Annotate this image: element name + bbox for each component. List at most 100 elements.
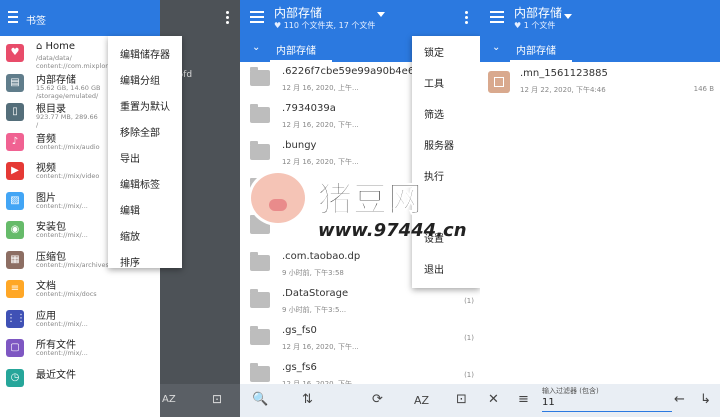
folder-icon (250, 104, 270, 123)
overflow-menu-icon[interactable] (226, 11, 230, 26)
filter-label: 输入过滤器 (包含) (542, 387, 599, 395)
menu-item[interactable]: 编辑标签 (120, 176, 160, 191)
sidebar-item-path: content://mix/... (36, 201, 88, 210)
filter-input[interactable]: 11 (542, 397, 555, 408)
chevron-down-icon[interactable] (377, 12, 385, 17)
sort-icon[interactable]: ⇅ (302, 392, 313, 407)
menu-icon[interactable] (8, 11, 18, 23)
menu-item[interactable]: 服务器 (424, 137, 454, 152)
item-count: (1) (464, 297, 474, 305)
refresh-icon[interactable]: ⟳ (372, 392, 383, 407)
sort-az-button[interactable]: AZ (414, 394, 429, 407)
menu-item[interactable]: 编辑储存器 (120, 46, 170, 61)
list-item[interactable]: .mn_1561123885 12 月 22, 2020, 下午4:46 146… (480, 62, 720, 99)
chevron-down-icon[interactable]: ⌄ (252, 42, 260, 53)
file-date: 12 月 16, 2020, 下午... (282, 158, 359, 166)
table-row[interactable]: .gs_fs0 12 月 16, 2020, 下午... (1) (240, 321, 480, 358)
folder-icon (250, 326, 270, 345)
menu-item[interactable]: 编辑 (120, 202, 140, 217)
overflow-menu: 锁定 工具 筛选 服务器 执行 设置 退出 (412, 36, 480, 288)
menu-item[interactable]: 重置为默认 (120, 98, 170, 113)
sidebar-item[interactable]: ◷ 最近文件 (0, 363, 160, 392)
item-count: (1) (464, 371, 474, 379)
sidebar-item-path: 923.77 MB, 289.66 (36, 113, 98, 121)
file-name: .com.taobao.dp (282, 251, 361, 262)
apps-grid-icon: ⋮⋮ (6, 309, 26, 328)
sidebar-item-path: content://mix/... (36, 349, 88, 357)
folder-icon (250, 141, 270, 160)
folder-summary: ♥ 1 个文件 (514, 21, 556, 30)
sidebar-item-path: content://mix/... (36, 319, 88, 328)
dimmed-bottom-bar: AZ ⊡ (160, 384, 240, 417)
sort-az-button[interactable]: AZ (162, 394, 176, 405)
document-icon: ≡ (6, 280, 24, 298)
bottom-toolbar: 🔍 ⇅ ⟳ AZ ⊡ (240, 384, 480, 417)
overflow-menu-icon[interactable] (465, 11, 469, 26)
sidebar-item-path: content://mix/... (36, 231, 88, 239)
menu-icon[interactable] (490, 11, 504, 23)
site-watermark: 猪豆网 www.97444.cn (248, 168, 478, 248)
file-date: 12 月 16, 2020, 下午... (282, 121, 359, 129)
drawer-title: 书签 (26, 16, 46, 27)
sidebar-item[interactable]: ≡ 文档 content://mix/docs (0, 274, 160, 303)
sidebar-item-path: content://mix/video (36, 172, 100, 180)
menu-item[interactable]: 导出 (120, 150, 140, 165)
file-date: 9 小时前, 下午3:5... (282, 306, 347, 314)
file-size: 146 B (693, 85, 714, 93)
play-icon: ▶ (6, 162, 24, 180)
bookmarks-panel: 966fd 书签 ♥⌂ Home/data/data/content://com… (0, 0, 240, 417)
file-name: .gs_fs6 (282, 362, 317, 373)
sd-card-icon: ▤ (6, 73, 24, 92)
menu-item[interactable]: 筛选 (424, 106, 444, 121)
filter-panel: 内部存储 ♥ 1 个文件 ⌄ 内部存储 .mn_1561123885 12 月 … (480, 0, 720, 417)
select-all-icon[interactable]: ⊡ (456, 392, 467, 407)
file-date: 9 小时前, 下午3:58 (282, 269, 344, 277)
page-title[interactable]: 内部存储 (514, 4, 562, 21)
menu-item[interactable]: 排序 (120, 254, 140, 269)
drawer-header: 书签 (0, 0, 160, 36)
heart-icon: ♥ (6, 44, 24, 62)
filter-options-icon[interactable]: ≡ (518, 392, 529, 407)
menu-item[interactable]: 锁定 (424, 44, 444, 59)
app-bar: 内部存储 ♥ 1 个文件 ⌄ 内部存储 (480, 0, 720, 62)
menu-item[interactable]: 编辑分组 (120, 72, 160, 87)
file-name: .7934039a (282, 103, 336, 114)
sidebar-item-path: content://mix/audio (36, 142, 100, 151)
menu-item[interactable]: 缩放 (120, 228, 140, 243)
sidebar-item-label: ⌂ Home (36, 41, 76, 52)
tab-internal-storage[interactable]: 内部存储 (276, 42, 316, 57)
sidebar-item[interactable]: ▢ 所有文件 content://mix/... (0, 333, 160, 362)
search-icon[interactable]: 🔍 (252, 392, 268, 407)
page-title[interactable]: 内部存储 (274, 4, 322, 21)
folder-icon (250, 289, 270, 308)
menu-icon[interactable] (250, 11, 264, 23)
menu-item[interactable]: 工具 (424, 75, 444, 90)
clock-icon: ◷ (6, 368, 24, 387)
menu-item[interactable]: 移除全部 (120, 124, 160, 139)
sidebar-item-path: 15.62 GB, 14.60 GB (36, 83, 101, 92)
close-icon[interactable]: ✕ (488, 392, 499, 407)
folder-icon (250, 363, 270, 382)
folder-summary: ♥ 110 个文件夹, 17 个文件 (274, 21, 376, 30)
enter-icon[interactable]: ↳ (700, 392, 711, 407)
sidebar-item[interactable]: ⋮⋮ 应用 content://mix/... (0, 304, 160, 333)
menu-item[interactable]: 退出 (424, 261, 444, 276)
select-button[interactable]: ⊡ (212, 392, 222, 406)
sidebar-item-path: content://mix/docs (36, 290, 97, 298)
file-name: .bungy (282, 140, 317, 151)
tab-internal-storage[interactable]: 内部存储 (516, 42, 556, 57)
file-icon (488, 71, 510, 93)
sidebar-item-label: 最近文件 (36, 369, 76, 381)
pig-logo-icon (248, 170, 308, 226)
music-icon: ♪ (6, 132, 24, 151)
chevron-down-icon[interactable] (564, 14, 572, 19)
backspace-icon[interactable]: ← (674, 392, 685, 407)
table-row[interactable]: .DataStorage 9 小时前, 下午3:5... (1) (240, 284, 480, 321)
item-count: (1) (464, 334, 474, 342)
android-icon: ◉ (6, 221, 24, 239)
bookmark-context-menu: 编辑储存器编辑分组重置为默认移除全部导出编辑标签编辑缩放排序 (108, 36, 182, 269)
phone-icon: ▯ (6, 103, 24, 121)
archive-icon: ▦ (6, 250, 24, 269)
file-date: 12 月 16, 2020, 下午... (282, 343, 359, 351)
chevron-down-icon[interactable]: ⌄ (492, 42, 500, 53)
